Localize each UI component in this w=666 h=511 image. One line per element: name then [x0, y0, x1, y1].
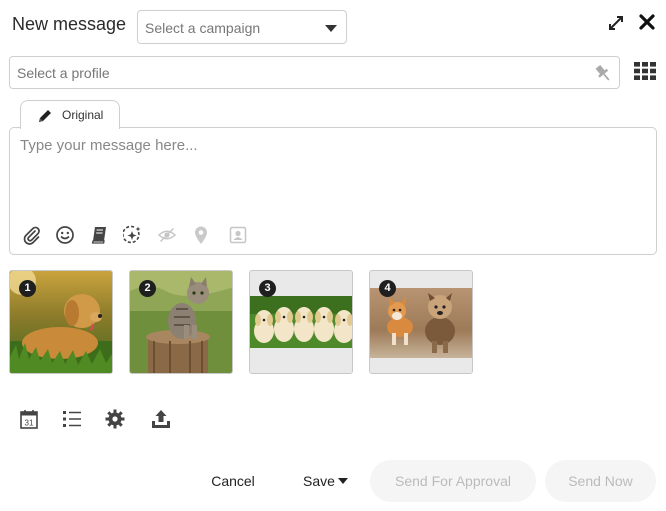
location-pin-icon[interactable]	[191, 225, 211, 245]
media-thumbnail[interactable]: 4	[369, 270, 473, 374]
library-icon[interactable]	[89, 225, 109, 245]
calendar-icon[interactable]: 31	[18, 408, 40, 430]
media-thumbnail[interactable]: 1	[9, 270, 113, 374]
paperclip-icon[interactable]	[22, 225, 42, 245]
pencil-icon	[39, 110, 51, 122]
media-index-badge: 3	[259, 280, 276, 297]
grid-icon[interactable]	[634, 62, 656, 80]
profile-select-placeholder: Select a profile	[17, 65, 110, 81]
contact-card-icon[interactable]	[228, 225, 248, 245]
message-composer	[9, 127, 657, 255]
campaign-select-placeholder: Select a campaign	[145, 20, 261, 36]
send-now-button[interactable]: Send Now	[545, 460, 656, 502]
chevron-down-icon	[325, 25, 337, 32]
media-thumbnail[interactable]: 3	[249, 270, 353, 374]
page-title: New message	[12, 14, 127, 34]
media-index-badge: 2	[139, 280, 156, 297]
preview-hidden-icon[interactable]	[157, 225, 177, 245]
profile-select[interactable]: Select a profile	[9, 56, 620, 89]
cancel-button[interactable]: Cancel	[200, 460, 266, 502]
close-icon[interactable]	[637, 12, 657, 32]
save-dropdown-button[interactable]: Save	[294, 460, 356, 502]
tab-original[interactable]: Original	[20, 100, 120, 129]
settings-icon[interactable]	[104, 408, 126, 430]
caret-down-icon	[337, 478, 348, 484]
list-icon[interactable]	[61, 408, 83, 430]
expand-icon[interactable]	[607, 14, 625, 32]
emoji-icon[interactable]	[55, 225, 75, 245]
upload-icon[interactable]	[150, 408, 172, 430]
calendar-day-number: 31	[25, 419, 34, 428]
send-for-approval-button[interactable]: Send For Approval	[370, 460, 536, 502]
ai-sparkle-icon[interactable]	[123, 225, 143, 245]
campaign-select[interactable]: Select a campaign	[137, 10, 347, 44]
pin-icon[interactable]	[593, 63, 613, 83]
save-button-label: Save	[303, 473, 335, 489]
media-thumbnail[interactable]: 2	[129, 270, 233, 374]
media-index-badge: 1	[19, 280, 36, 297]
media-index-badge: 4	[379, 280, 396, 297]
message-input[interactable]	[20, 137, 640, 207]
tab-original-label: Original	[62, 108, 104, 122]
